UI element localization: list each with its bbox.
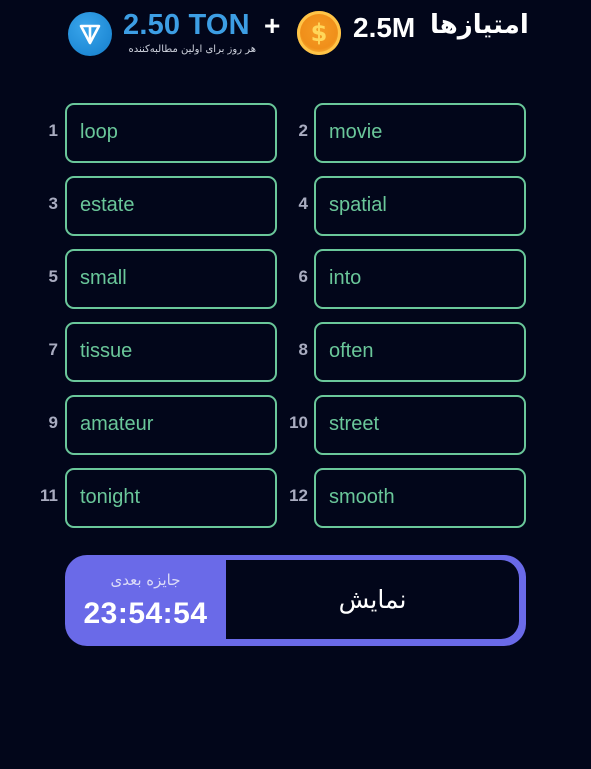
word-number: 8 — [298, 340, 308, 359]
seed-word-box[interactable]: often — [314, 322, 526, 382]
word-number: 11 — [40, 486, 58, 505]
seed-word-box[interactable]: into — [314, 249, 526, 309]
seed-word-text: movie — [329, 121, 383, 143]
ton-reward-subtitle: هر روز برای اولین مطالبه‌کننده — [128, 44, 257, 55]
ton-logo-icon — [68, 12, 112, 56]
points-label: امتیازها — [430, 10, 529, 40]
seed-word-text: estate — [80, 194, 135, 216]
word-number: 2 — [298, 121, 308, 140]
seed-word-text: tissue — [80, 340, 133, 362]
seed-word-item: 2 movie — [280, 103, 527, 163]
seed-word-box[interactable]: movie — [314, 103, 526, 163]
seed-word-item: 4 spatial — [280, 176, 527, 236]
seed-word-box[interactable]: amateur — [65, 395, 277, 455]
word-number: 7 — [48, 340, 58, 359]
seed-word-box[interactable]: street — [314, 395, 526, 455]
seed-word-text: into — [329, 267, 362, 289]
seed-word-item: 7 tissue — [30, 322, 277, 382]
next-prize-panel: جایزه بعدی 23:54:54 نمایش — [65, 555, 526, 646]
seed-word-box[interactable]: tonight — [65, 468, 277, 528]
word-number: 5 — [48, 267, 58, 286]
seed-word-item: 6 into — [280, 249, 527, 309]
seed-word-box[interactable]: estate — [65, 176, 277, 236]
seed-word-text: small — [80, 267, 127, 289]
seed-phrase-page: 2.50 TON هر روز برای اولین مطالبه‌کننده … — [0, 0, 591, 769]
points-amount: 2.5M — [353, 12, 416, 43]
seed-word-item: 5 small — [30, 249, 277, 309]
ton-diamond-glyph — [79, 24, 101, 45]
word-number: 6 — [298, 267, 308, 286]
dollar-sign-icon: $ — [310, 19, 328, 47]
seed-word-text: tonight — [80, 486, 141, 508]
seed-word-text: street — [329, 413, 380, 435]
seed-word-item: 9 amateur — [30, 395, 277, 455]
seed-word-item: 3 estate — [30, 176, 277, 236]
seed-word-item: 8 often — [280, 322, 527, 382]
seed-word-text: often — [329, 340, 374, 362]
word-number: 1 — [48, 121, 58, 140]
seed-word-item: 10 street — [280, 395, 527, 455]
seed-word-text: spatial — [329, 194, 387, 216]
next-prize-timer: جایزه بعدی 23:54:54 — [65, 555, 226, 646]
seed-word-text: smooth — [329, 486, 395, 508]
countdown-timer: 23:54:54 — [83, 597, 208, 630]
seed-word-box[interactable]: smooth — [314, 468, 526, 528]
word-number: 9 — [48, 413, 58, 432]
show-button[interactable]: نمایش — [226, 560, 519, 639]
seed-word-item: 1 loop — [30, 103, 277, 163]
seed-word-item: 11 tonight — [30, 468, 277, 528]
seed-word-text: loop — [80, 121, 118, 143]
seed-word-item: 12 smooth — [280, 468, 527, 528]
word-number: 12 — [289, 486, 308, 505]
gold-coin-icon: $ — [297, 11, 341, 55]
reward-header: 2.50 TON هر روز برای اولین مطالبه‌کننده … — [0, 0, 591, 70]
seed-word-box[interactable]: loop — [65, 103, 277, 163]
word-number: 4 — [298, 194, 308, 213]
show-button-label: نمایش — [338, 585, 407, 614]
ton-reward-amount: 2.50 TON — [123, 9, 250, 41]
seed-word-box[interactable]: spatial — [314, 176, 526, 236]
next-prize-label: جایزه بعدی — [110, 571, 181, 589]
seed-word-text: amateur — [80, 413, 154, 435]
word-number: 3 — [48, 194, 58, 213]
seed-word-box[interactable]: small — [65, 249, 277, 309]
plus-sign: + — [264, 10, 281, 41]
seed-word-box[interactable]: tissue — [65, 322, 277, 382]
word-number: 10 — [289, 413, 308, 432]
